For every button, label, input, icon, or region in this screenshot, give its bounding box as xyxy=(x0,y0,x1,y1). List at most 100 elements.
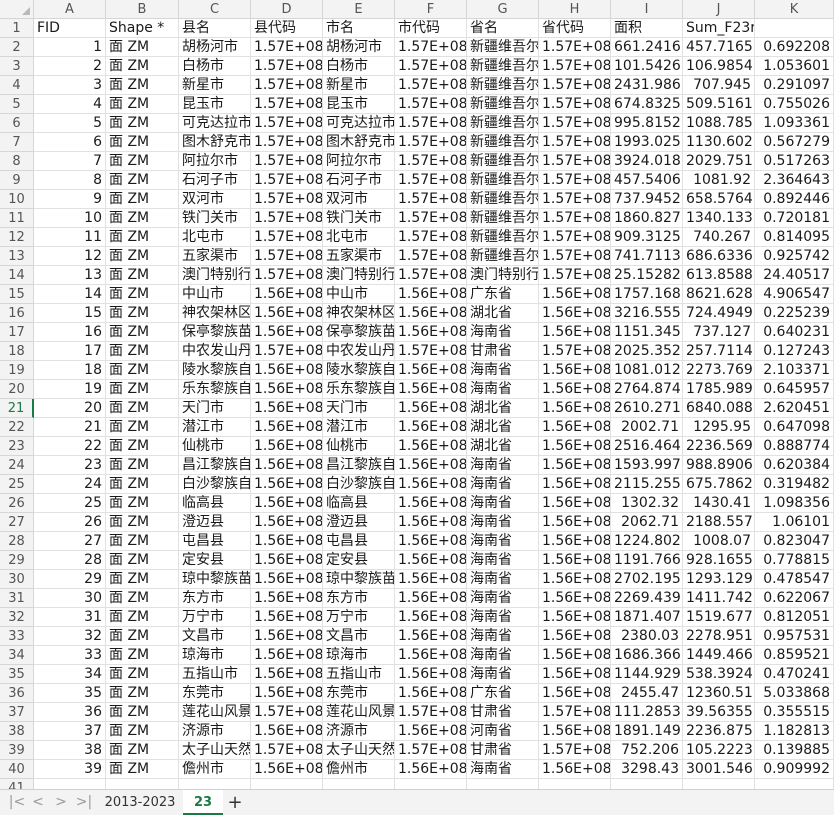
cell-H9[interactable]: 1.57E+08 xyxy=(539,171,611,190)
add-sheet-button[interactable]: + xyxy=(224,790,246,815)
cell-C36[interactable]: 东莞市 xyxy=(179,684,251,703)
cell-B24[interactable]: 面 ZM xyxy=(106,456,179,475)
cell-I14[interactable]: 25.15282 xyxy=(611,266,683,285)
cell-K30[interactable]: 0.478547 xyxy=(755,570,834,589)
cell-I30[interactable]: 2702.195 xyxy=(611,570,683,589)
row-header-20[interactable]: 20 xyxy=(0,380,34,399)
row-header-1[interactable]: 1 xyxy=(0,19,34,38)
cell-E28[interactable]: 屯昌县 xyxy=(323,532,395,551)
cell-C37[interactable]: 莲花山风景 xyxy=(179,703,251,722)
cell-C27[interactable]: 澄迈县 xyxy=(179,513,251,532)
cell-G38[interactable]: 河南省 xyxy=(467,722,539,741)
cell-B23[interactable]: 面 ZM xyxy=(106,437,179,456)
cell-I41[interactable] xyxy=(611,779,683,789)
column-header-B[interactable]: B xyxy=(106,0,179,19)
cell-G26[interactable]: 海南省 xyxy=(467,494,539,513)
cell-E20[interactable]: 乐东黎族自 xyxy=(323,380,395,399)
cell-A21[interactable]: 20 xyxy=(34,399,106,418)
cell-D9[interactable]: 1.57E+08 xyxy=(251,171,323,190)
select-all-corner[interactable] xyxy=(0,0,34,19)
row-header-40[interactable]: 40 xyxy=(0,760,34,779)
cell-I18[interactable]: 2025.352 xyxy=(611,342,683,361)
cell-H25[interactable]: 1.56E+08 xyxy=(539,475,611,494)
cell-G34[interactable]: 海南省 xyxy=(467,646,539,665)
cell-H29[interactable]: 1.56E+08 xyxy=(539,551,611,570)
cell-F39[interactable]: 1.57E+08 xyxy=(395,741,467,760)
cell-E14[interactable]: 澳门特别行 xyxy=(323,266,395,285)
cell-E3[interactable]: 白杨市 xyxy=(323,57,395,76)
cell-B6[interactable]: 面 ZM xyxy=(106,114,179,133)
cell-E15[interactable]: 中山市 xyxy=(323,285,395,304)
row-header-21[interactable]: 21 xyxy=(0,399,34,418)
cell-C6[interactable]: 可克达拉市 xyxy=(179,114,251,133)
cell-H24[interactable]: 1.56E+08 xyxy=(539,456,611,475)
cell-A11[interactable]: 10 xyxy=(34,209,106,228)
row-header-41[interactable]: 41 xyxy=(0,779,34,789)
cell-F29[interactable]: 1.56E+08 xyxy=(395,551,467,570)
cell-D22[interactable]: 1.56E+08 xyxy=(251,418,323,437)
cell-I40[interactable]: 3298.43 xyxy=(611,760,683,779)
cell-J13[interactable]: 686.6336 xyxy=(683,247,755,266)
cell-E31[interactable]: 东方市 xyxy=(323,589,395,608)
cell-E13[interactable]: 五家渠市 xyxy=(323,247,395,266)
cell-A12[interactable]: 11 xyxy=(34,228,106,247)
cell-H11[interactable]: 1.57E+08 xyxy=(539,209,611,228)
cell-C41[interactable] xyxy=(179,779,251,789)
cell-D32[interactable]: 1.56E+08 xyxy=(251,608,323,627)
cell-F20[interactable]: 1.56E+08 xyxy=(395,380,467,399)
cell-K37[interactable]: 0.355515 xyxy=(755,703,834,722)
cell-H16[interactable]: 1.56E+08 xyxy=(539,304,611,323)
cell-K26[interactable]: 1.098356 xyxy=(755,494,834,513)
cell-F9[interactable]: 1.57E+08 xyxy=(395,171,467,190)
row-header-23[interactable]: 23 xyxy=(0,437,34,456)
cell-I37[interactable]: 111.2853 xyxy=(611,703,683,722)
cell-E4[interactable]: 新星市 xyxy=(323,76,395,95)
cell-A3[interactable]: 2 xyxy=(34,57,106,76)
cell-D8[interactable]: 1.57E+08 xyxy=(251,152,323,171)
cell-G41[interactable] xyxy=(467,779,539,789)
cell-D38[interactable]: 1.56E+08 xyxy=(251,722,323,741)
cell-A9[interactable]: 8 xyxy=(34,171,106,190)
cell-E9[interactable]: 石河子市 xyxy=(323,171,395,190)
cell-B39[interactable]: 面 ZM xyxy=(106,741,179,760)
cell-E37[interactable]: 莲花山风景 xyxy=(323,703,395,722)
cell-A40[interactable]: 39 xyxy=(34,760,106,779)
row-header-4[interactable]: 4 xyxy=(0,76,34,95)
cell-E38[interactable]: 济源市 xyxy=(323,722,395,741)
cell-E2[interactable]: 胡杨河市 xyxy=(323,38,395,57)
row-header-7[interactable]: 7 xyxy=(0,133,34,152)
cell-G8[interactable]: 新疆维吾尔 xyxy=(467,152,539,171)
cell-G11[interactable]: 新疆维吾尔 xyxy=(467,209,539,228)
cell-E26[interactable]: 临高县 xyxy=(323,494,395,513)
cell-I22[interactable]: 2002.71 xyxy=(611,418,683,437)
cell-A8[interactable]: 7 xyxy=(34,152,106,171)
row-header-25[interactable]: 25 xyxy=(0,475,34,494)
row-header-18[interactable]: 18 xyxy=(0,342,34,361)
row-header-32[interactable]: 32 xyxy=(0,608,34,627)
cell-J26[interactable]: 1430.41 xyxy=(683,494,755,513)
row-header-17[interactable]: 17 xyxy=(0,323,34,342)
cell-J37[interactable]: 39.56355 xyxy=(683,703,755,722)
cell-K25[interactable]: 0.319482 xyxy=(755,475,834,494)
row-header-38[interactable]: 38 xyxy=(0,722,34,741)
cell-F37[interactable]: 1.57E+08 xyxy=(395,703,467,722)
cell-J5[interactable]: 509.5161 xyxy=(683,95,755,114)
cell-E1[interactable]: 市名 xyxy=(323,19,395,38)
cell-G2[interactable]: 新疆维吾尔 xyxy=(467,38,539,57)
cell-A4[interactable]: 3 xyxy=(34,76,106,95)
cell-E19[interactable]: 陵水黎族自 xyxy=(323,361,395,380)
cell-C23[interactable]: 仙桃市 xyxy=(179,437,251,456)
cell-K24[interactable]: 0.620384 xyxy=(755,456,834,475)
cell-J12[interactable]: 740.267 xyxy=(683,228,755,247)
column-header-I[interactable]: I xyxy=(611,0,683,19)
cell-A39[interactable]: 38 xyxy=(34,741,106,760)
cell-J35[interactable]: 538.3924 xyxy=(683,665,755,684)
cell-D20[interactable]: 1.56E+08 xyxy=(251,380,323,399)
cell-G28[interactable]: 海南省 xyxy=(467,532,539,551)
cell-I20[interactable]: 2764.874 xyxy=(611,380,683,399)
cell-G30[interactable]: 海南省 xyxy=(467,570,539,589)
cell-H20[interactable]: 1.56E+08 xyxy=(539,380,611,399)
cell-G5[interactable]: 新疆维吾尔 xyxy=(467,95,539,114)
cell-C40[interactable]: 儋州市 xyxy=(179,760,251,779)
row-header-9[interactable]: 9 xyxy=(0,171,34,190)
